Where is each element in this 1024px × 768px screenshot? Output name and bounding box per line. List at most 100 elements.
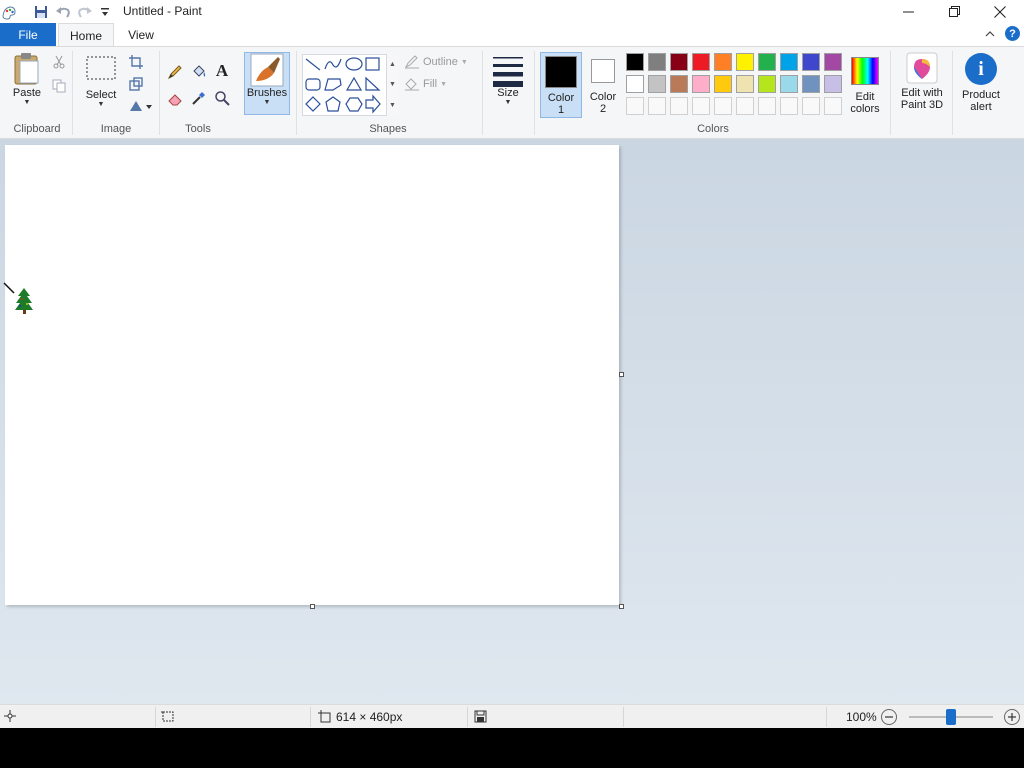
brushes-dropdown-icon[interactable]: ▼ xyxy=(264,99,271,106)
palette-color-swatch[interactable] xyxy=(692,53,710,71)
palette-color-swatch[interactable] xyxy=(714,53,732,71)
color-picker-icon[interactable] xyxy=(190,89,208,107)
scroll-up-icon[interactable]: ▲ xyxy=(389,61,396,68)
crop-icon[interactable] xyxy=(127,53,145,71)
palette-color-swatch[interactable] xyxy=(736,75,754,93)
zoom-in-button[interactable] xyxy=(1004,709,1020,725)
palette-color-swatch[interactable] xyxy=(824,53,842,71)
edit-colors-button[interactable]: Edit colors xyxy=(846,51,884,115)
expand-gallery-icon[interactable]: ▼ xyxy=(389,102,396,109)
custom-color-slot[interactable] xyxy=(714,97,732,115)
ribbon-tabs: File Home View ? xyxy=(0,23,1024,47)
status-separator xyxy=(155,707,156,727)
paste-dropdown-icon[interactable]: ▼ xyxy=(24,99,31,106)
rotate-icon[interactable] xyxy=(127,97,153,115)
undo-icon[interactable] xyxy=(54,3,72,21)
rounded-rectangle-shape-icon[interactable] xyxy=(305,78,321,91)
resize-handle-bottom[interactable] xyxy=(310,604,315,609)
status-separator xyxy=(826,707,827,727)
palette-color-swatch[interactable] xyxy=(648,75,666,93)
palette-color-swatch[interactable] xyxy=(670,53,688,71)
hexagon-shape-icon[interactable] xyxy=(345,97,363,112)
resize-handle-right[interactable] xyxy=(619,372,624,377)
zoom-level: 100% xyxy=(846,710,877,724)
custom-color-slot[interactable] xyxy=(824,97,842,115)
outline-button[interactable]: Outline ▼ xyxy=(404,55,468,69)
arrow-shape-icon[interactable] xyxy=(365,94,381,114)
drawing-canvas[interactable] xyxy=(3,145,619,605)
color2-button[interactable]: Color 2 xyxy=(584,52,622,118)
scroll-down-icon[interactable]: ▼ xyxy=(389,81,396,88)
pencil-icon[interactable] xyxy=(166,63,184,81)
palette-color-swatch[interactable] xyxy=(736,53,754,71)
product-alert-label: Product alert xyxy=(962,89,1000,113)
palette-color-swatch[interactable] xyxy=(758,53,776,71)
minimize-button[interactable] xyxy=(885,0,931,23)
zoom-slider-thumb[interactable] xyxy=(946,709,956,725)
palette-color-swatch[interactable] xyxy=(824,75,842,93)
select-button[interactable]: Select ▼ xyxy=(82,51,120,108)
color1-button[interactable]: Color 1 xyxy=(540,52,582,118)
select-dropdown-icon[interactable]: ▼ xyxy=(98,101,105,108)
palette-color-swatch[interactable] xyxy=(692,75,710,93)
custom-color-slot[interactable] xyxy=(626,97,644,115)
palette-color-swatch[interactable] xyxy=(626,53,644,71)
triangle-shape-icon[interactable] xyxy=(345,76,363,91)
custom-color-slot[interactable] xyxy=(802,97,820,115)
fill-button[interactable]: Fill ▼ xyxy=(404,77,447,91)
rectangle-shape-icon[interactable] xyxy=(365,57,380,71)
palette-color-swatch[interactable] xyxy=(802,53,820,71)
brushes-button[interactable]: Brushes ▼ xyxy=(244,52,290,115)
size-dropdown-icon[interactable]: ▼ xyxy=(505,99,512,106)
palette-color-swatch[interactable] xyxy=(758,75,776,93)
palette-color-swatch[interactable] xyxy=(780,53,798,71)
color1-label: Color 1 xyxy=(547,92,575,116)
palette-color-swatch[interactable] xyxy=(648,53,666,71)
custom-color-slot[interactable] xyxy=(670,97,688,115)
right-triangle-shape-icon[interactable] xyxy=(365,76,381,91)
custom-color-slot[interactable] xyxy=(736,97,754,115)
custom-color-slot[interactable] xyxy=(648,97,666,115)
diamond-shape-icon[interactable] xyxy=(305,96,321,112)
palette-color-swatch[interactable] xyxy=(714,75,732,93)
pentagon-shape-icon[interactable] xyxy=(325,96,341,112)
text-tool-icon[interactable]: A xyxy=(213,61,231,80)
oval-shape-icon[interactable] xyxy=(345,57,363,71)
clipboard-group-label: Clipboard xyxy=(13,123,61,135)
custom-color-slot[interactable] xyxy=(758,97,776,115)
tab-file[interactable]: File xyxy=(0,23,56,46)
line-shape-icon[interactable] xyxy=(305,58,321,71)
palette-color-swatch[interactable] xyxy=(802,75,820,93)
eraser-icon[interactable] xyxy=(166,89,184,107)
resize-icon[interactable] xyxy=(127,75,145,93)
fill-bucket-icon[interactable] xyxy=(190,63,208,81)
curve-shape-icon[interactable] xyxy=(324,58,342,70)
paint-app-icon[interactable] xyxy=(0,3,18,21)
help-icon[interactable]: ? xyxy=(1005,26,1020,41)
shapes-scroll[interactable]: ▲ ▼ ▼ xyxy=(386,54,398,116)
custom-color-slot[interactable] xyxy=(692,97,710,115)
palette-color-swatch[interactable] xyxy=(780,75,798,93)
collapse-ribbon-icon[interactable] xyxy=(985,27,995,41)
product-alert-button[interactable]: i Product alert xyxy=(956,51,1006,113)
size-button[interactable]: Size ▼ xyxy=(488,51,528,106)
custom-color-slot[interactable] xyxy=(780,97,798,115)
redo-icon[interactable] xyxy=(76,3,94,21)
copy-icon[interactable] xyxy=(50,77,68,95)
polygon-shape-icon[interactable] xyxy=(324,78,342,91)
close-button[interactable] xyxy=(977,0,1023,23)
magnifier-icon[interactable] xyxy=(213,89,231,107)
tab-view[interactable]: View xyxy=(118,23,164,46)
customize-toolbar-icon[interactable] xyxy=(96,3,114,21)
restore-button[interactable] xyxy=(931,0,977,23)
resize-handle-corner[interactable] xyxy=(619,604,624,609)
palette-color-swatch[interactable] xyxy=(626,75,644,93)
paste-button[interactable]: Paste ▼ xyxy=(8,51,46,106)
tab-home[interactable]: Home xyxy=(58,23,114,47)
zoom-out-button[interactable] xyxy=(881,709,897,725)
palette-color-swatch[interactable] xyxy=(670,75,688,93)
save-icon[interactable] xyxy=(32,3,50,21)
edit-with-paint3d-button[interactable]: Edit with Paint 3D xyxy=(894,51,950,111)
cut-icon[interactable] xyxy=(50,53,68,71)
info-icon: i xyxy=(965,53,997,85)
